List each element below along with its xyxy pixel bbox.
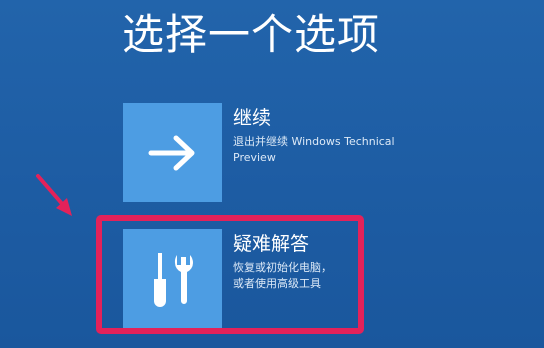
continue-tile[interactable] bbox=[123, 103, 222, 202]
continue-option[interactable]: 继续 退出并继续 Windows Technical Preview bbox=[123, 103, 403, 202]
pointer-arrow-icon bbox=[36, 174, 72, 216]
page-title: 选择一个选项 bbox=[122, 10, 381, 59]
recovery-screen: 选择一个选项 继续 退出并继续 Windows Technical Previe… bbox=[0, 0, 544, 348]
continue-title: 继续 bbox=[233, 107, 272, 129]
continue-description-line: Preview bbox=[233, 151, 276, 164]
highlight-box bbox=[96, 215, 364, 334]
continue-description: 退出并继续 Windows Technical Preview bbox=[233, 134, 443, 166]
arrow-right-icon bbox=[148, 135, 195, 171]
continue-description-line: 退出并继续 Windows Technical bbox=[233, 135, 395, 148]
